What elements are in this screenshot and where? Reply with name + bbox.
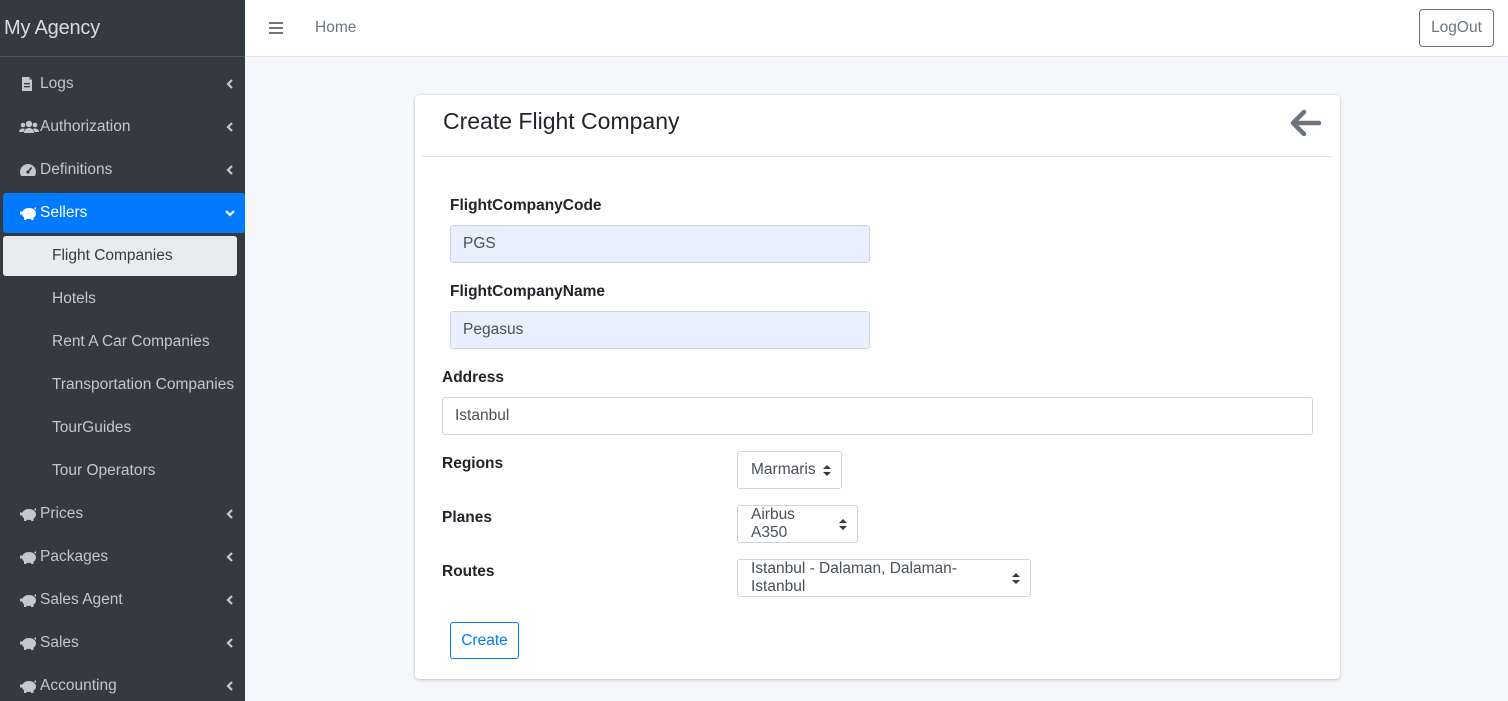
piggy-bank-icon <box>19 506 39 522</box>
chevron-left-icon <box>226 122 233 132</box>
chevron-left-icon <box>226 595 233 605</box>
chevron-left-icon <box>226 79 233 89</box>
flight-company-name-label: FlightCompanyName <box>450 283 606 300</box>
sidebar-subitem-tour-operators[interactable]: Tour Operators <box>3 451 237 491</box>
sidebar-subitem-label: Transportation Companies <box>52 376 235 393</box>
sidebar-subitem-label: TourGuides <box>52 419 132 436</box>
regions-select[interactable]: Marmaris <box>737 451 842 489</box>
flight-company-code-label: FlightCompanyCode <box>450 197 602 214</box>
sidebar-subitem-hotels[interactable]: Hotels <box>3 279 237 319</box>
address-label: Address <box>442 369 505 386</box>
top-navbar: Home LogOut <box>245 0 1508 57</box>
hamburger-menu-icon[interactable] <box>269 22 283 34</box>
sellers-submenu: Flight Companies Hotels Rent A Car Compa… <box>3 236 237 491</box>
routes-label: Routes <box>442 563 495 580</box>
sidebar-item-label: Accounting <box>40 677 117 694</box>
chevron-left-icon <box>226 165 233 175</box>
back-arrow-icon[interactable] <box>1290 109 1322 137</box>
gauge-icon <box>19 162 39 178</box>
planes-select[interactable]: Airbus A350 <box>737 505 858 543</box>
sidebar-item-label: Packages <box>40 548 109 565</box>
chevron-down-icon <box>225 210 235 217</box>
sidebar-subitem-label: Tour Operators <box>52 462 156 479</box>
sidebar-subitem-rent-a-car[interactable]: Rent A Car Companies <box>3 322 237 362</box>
sidebar-item-label: Authorization <box>40 118 131 135</box>
select-arrows-icon <box>823 465 831 476</box>
brand-link[interactable]: My Agency <box>0 0 245 57</box>
piggy-bank-icon <box>19 549 39 565</box>
page-title: Create Flight Company <box>443 108 680 134</box>
create-button[interactable]: Create <box>450 622 519 659</box>
piggy-bank-icon <box>19 635 39 651</box>
sidebar-item-authorization[interactable]: Authorization <box>3 107 245 147</box>
planes-label: Planes <box>442 509 492 526</box>
sidebar-item-sellers[interactable]: Sellers <box>3 193 245 233</box>
sidebar-item-packages[interactable]: Packages <box>3 537 245 577</box>
regions-label: Regions <box>442 455 504 472</box>
sidebar-nav: Logs Authorization Definitions Sellers F… <box>0 57 245 701</box>
flight-company-code-input[interactable]: PGS <box>450 225 870 263</box>
card-header: Create Flight Company <box>422 95 1333 157</box>
chevron-left-icon <box>226 509 233 519</box>
sidebar-item-sales[interactable]: Sales <box>3 623 245 663</box>
piggy-bank-icon <box>19 678 39 694</box>
users-icon <box>19 119 39 135</box>
sidebar-subitem-tourguides[interactable]: TourGuides <box>3 408 237 448</box>
flight-company-name-input[interactable]: Pegasus <box>450 311 870 349</box>
file-icon <box>19 76 39 92</box>
piggy-bank-icon <box>19 205 39 221</box>
sidebar-item-prices[interactable]: Prices <box>3 494 245 534</box>
sidebar-subitem-transportation[interactable]: Transportation Companies <box>3 365 237 405</box>
sidebar-item-label: Sellers <box>40 204 88 221</box>
routes-selected-value: Istanbul - Dalaman, Dalaman-Istanbul <box>751 560 957 595</box>
sidebar-subitem-label: Hotels <box>52 290 96 307</box>
logout-button[interactable]: LogOut <box>1419 9 1494 47</box>
sidebar-item-label: Sales <box>40 634 79 651</box>
routes-select[interactable]: Istanbul - Dalaman, Dalaman-Istanbul <box>737 559 1031 597</box>
address-input[interactable]: Istanbul <box>442 397 1313 435</box>
sidebar-item-sales-agent[interactable]: Sales Agent <box>3 580 245 620</box>
chevron-left-icon <box>226 552 233 562</box>
sidebar-subitem-label: Rent A Car Companies <box>52 333 210 350</box>
sidebar-item-accounting[interactable]: Accounting <box>3 666 245 701</box>
sidebar-item-label: Sales Agent <box>40 591 123 608</box>
sidebar-item-label: Logs <box>40 75 74 92</box>
regions-selected-value: Marmaris <box>751 461 816 478</box>
sidebar-subitem-flight-companies[interactable]: Flight Companies <box>3 236 237 276</box>
sidebar-subitem-label: Flight Companies <box>52 247 173 264</box>
sidebar-item-logs[interactable]: Logs <box>3 64 245 104</box>
brand-title: My Agency <box>4 16 101 39</box>
planes-selected-value: Airbus A350 <box>751 506 795 541</box>
home-link[interactable]: Home <box>315 19 356 37</box>
chevron-left-icon <box>226 638 233 648</box>
sidebar-item-definitions[interactable]: Definitions <box>3 150 245 190</box>
piggy-bank-icon <box>19 592 39 608</box>
create-flight-company-card: Create Flight Company FlightCompanyCode … <box>415 95 1340 679</box>
select-arrows-icon <box>839 519 847 530</box>
sidebar: My Agency Logs Authorization Definitions <box>0 0 245 701</box>
sidebar-item-label: Prices <box>40 505 84 522</box>
chevron-left-icon <box>226 681 233 691</box>
select-arrows-icon <box>1012 573 1020 584</box>
sidebar-item-label: Definitions <box>40 161 113 178</box>
